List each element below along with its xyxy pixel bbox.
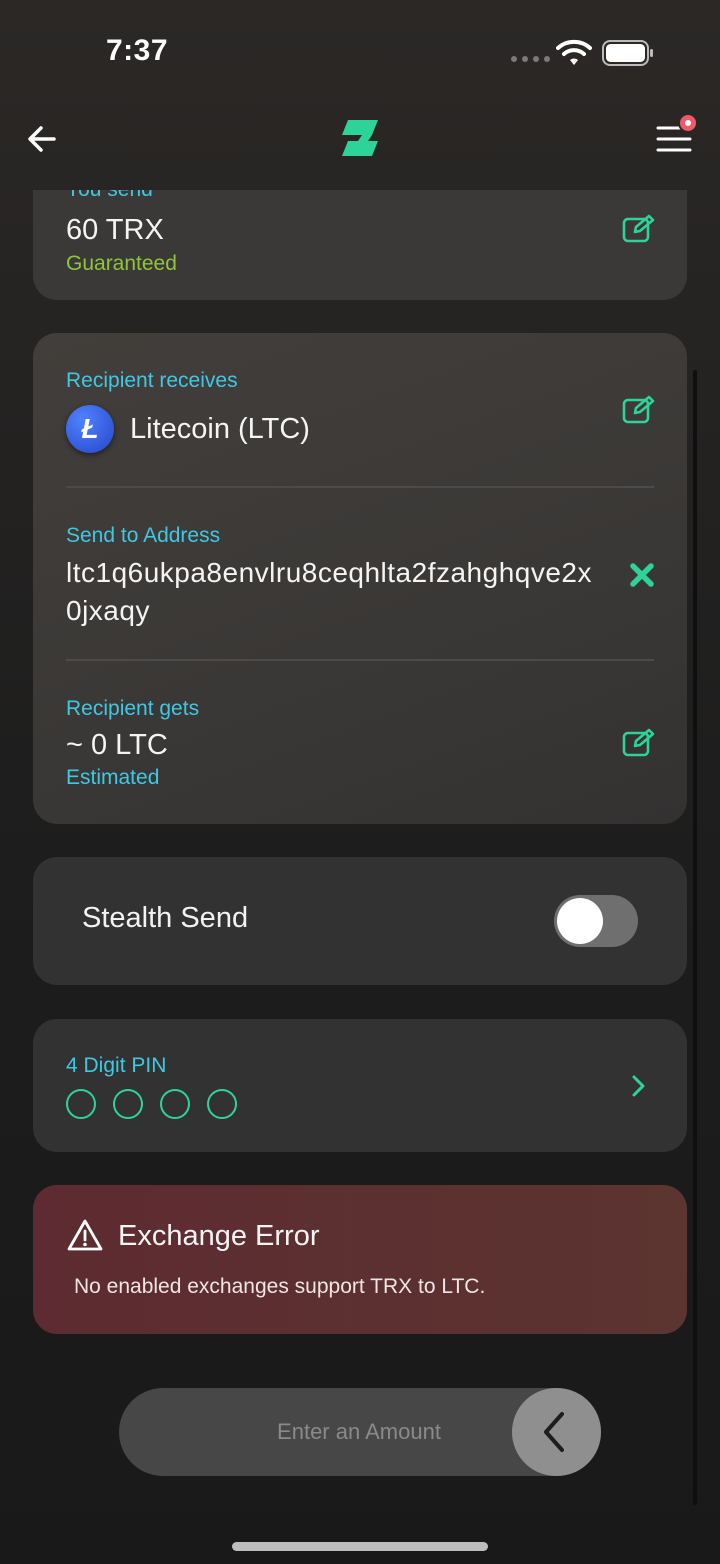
slider-knob[interactable] — [512, 1388, 601, 1476]
recipient-gets-label: Recipient gets — [66, 697, 200, 720]
pin-dot — [113, 1089, 143, 1119]
recipient-receives-label: Recipient receives — [66, 369, 238, 392]
clear-address-icon[interactable] — [628, 561, 656, 589]
stealth-send-toggle[interactable] — [554, 895, 638, 947]
edit-icon[interactable] — [622, 214, 656, 244]
warning-icon — [67, 1219, 103, 1251]
recipient-card: Recipient receives Ł Litecoin (LTC) Send… — [33, 333, 687, 824]
send-card: You send 60 TRX Guaranteed — [33, 190, 687, 300]
edit-icon[interactable] — [622, 728, 656, 758]
recipient-gets-amount: ~ 0 LTC — [66, 729, 168, 761]
send-to-address-label: Send to Address — [66, 524, 221, 547]
status-time: 7:37 — [106, 34, 169, 67]
exchange-form: You send 60 TRX Guaranteed Recipient rec… — [0, 190, 720, 1564]
status-bar: 7:37 — [0, 0, 720, 100]
pin-dots — [66, 1089, 237, 1119]
send-guaranteed: Guaranteed — [66, 252, 177, 275]
enter-amount-slider[interactable]: Enter an Amount — [119, 1388, 601, 1476]
exchange-error-card: Exchange Error No enabled exchanges supp… — [33, 1185, 687, 1334]
error-title: Exchange Error — [118, 1220, 320, 1252]
notification-badge — [678, 113, 698, 133]
error-message: No enabled exchanges support TRX to LTC. — [74, 1275, 486, 1298]
arrow-left-icon[interactable] — [24, 120, 62, 158]
home-indicator[interactable] — [232, 1542, 488, 1551]
scrollbar[interactable] — [693, 370, 697, 1505]
stealth-send-card: Stealth Send — [33, 857, 687, 985]
receive-coin-name[interactable]: Litecoin (LTC) — [130, 413, 310, 446]
recipient-gets-estimated: Estimated — [66, 766, 160, 789]
battery-icon — [602, 40, 653, 66]
wifi-icon — [556, 39, 592, 65]
recipient-address[interactable]: ltc1q6ukpa8envlru8ceqhlta2fzahghqve2x0jx… — [66, 554, 606, 630]
stealth-send-label: Stealth Send — [82, 902, 249, 934]
pin-card[interactable]: 4 Digit PIN — [33, 1019, 687, 1152]
send-amount: 60 TRX — [66, 214, 164, 246]
divider — [66, 486, 654, 488]
top-nav-bar — [0, 100, 720, 190]
pin-dot — [160, 1089, 190, 1119]
app-logo-icon — [342, 120, 378, 156]
pin-dot — [207, 1089, 237, 1119]
litecoin-icon: Ł — [66, 405, 114, 453]
pin-label: 4 Digit PIN — [66, 1054, 167, 1077]
divider — [66, 659, 654, 661]
toggle-knob — [557, 898, 603, 944]
send-label: You send — [66, 190, 153, 202]
chevron-right-icon[interactable] — [631, 1073, 647, 1099]
pin-dot — [66, 1089, 96, 1119]
edit-icon[interactable] — [622, 395, 656, 425]
cellular-signal-icon — [511, 56, 550, 62]
chevron-left-icon — [544, 1412, 564, 1452]
